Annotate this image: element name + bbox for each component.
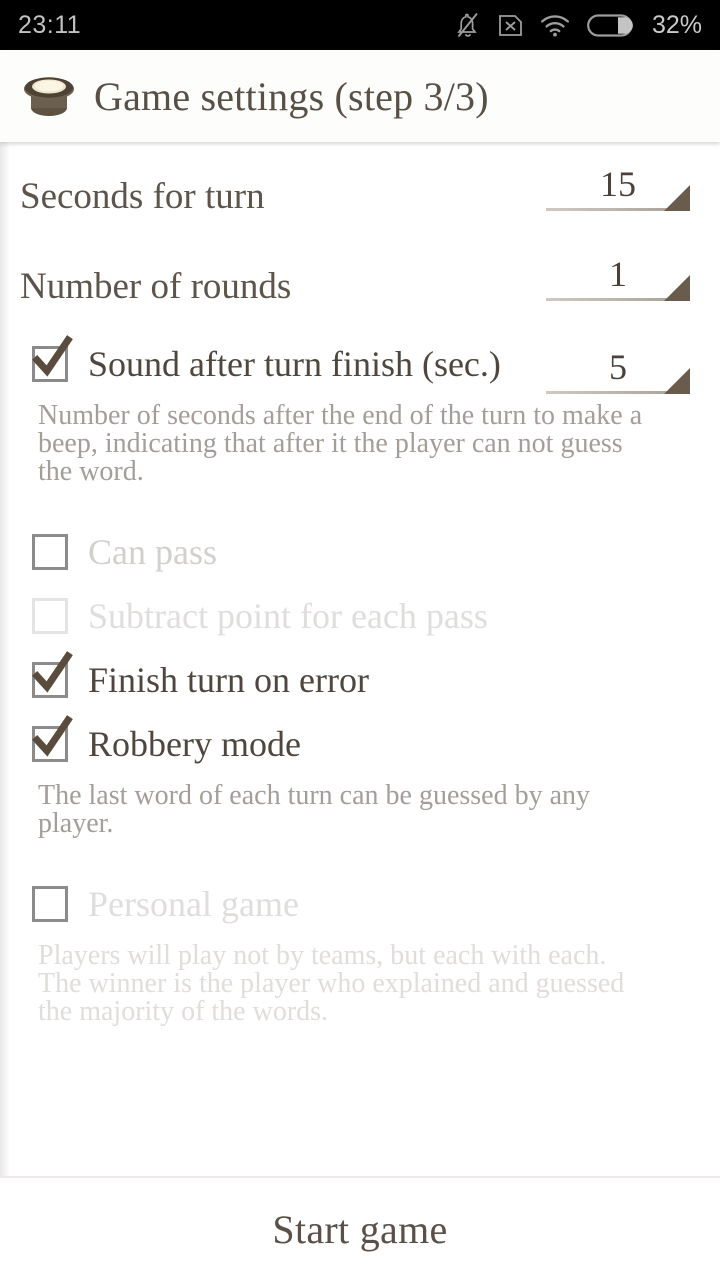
status-clock: 23:11	[18, 10, 82, 39]
sound-after-turn-checkbox[interactable]	[32, 335, 73, 382]
seconds-for-turn-spinner[interactable]: 15	[546, 152, 690, 211]
setting-subtract-point[interactable]: Subtract point for each pass	[0, 584, 720, 648]
personal-game-description-text: Players will play not by teams, but each…	[38, 940, 625, 1027]
can-pass-label: Can pass	[88, 532, 217, 572]
battery-icon	[587, 13, 633, 37]
robbery-mode-checkbox[interactable]	[32, 715, 73, 762]
chevron-down-icon	[664, 367, 690, 394]
sound-after-turn-spinner[interactable]: 5	[546, 335, 690, 394]
robbery-mode-description-text: The last word of each turn can be guesse…	[38, 780, 591, 839]
setting-number-of-rounds[interactable]: Number of rounds 1	[0, 242, 720, 332]
app-header: Game settings (step 3/3)	[0, 50, 720, 142]
seconds-for-turn-label: Seconds for turn	[20, 176, 265, 217]
sound-after-turn-label: Sound after turn finish (sec.)	[88, 344, 501, 384]
personal-game-label: Personal game	[88, 884, 299, 924]
sound-after-turn-description-text: Number of seconds after the end of the t…	[38, 400, 643, 487]
subtract-point-label: Subtract point for each pass	[88, 596, 488, 636]
bottom-action-bar: Start game	[0, 1176, 720, 1280]
setting-finish-turn-on-error[interactable]: Finish turn on error	[0, 648, 720, 712]
subtract-point-checkbox[interactable]	[32, 598, 68, 634]
page-title: Game settings (step 3/3)	[94, 73, 489, 119]
chevron-down-icon	[664, 275, 690, 301]
check-icon	[32, 335, 73, 377]
personal-game-checkbox[interactable]	[32, 886, 68, 922]
status-bar: 23:11 32%	[0, 0, 720, 50]
start-game-button[interactable]: Start game	[272, 1206, 447, 1253]
check-icon	[32, 715, 73, 757]
battery-percent: 32%	[651, 10, 702, 39]
chevron-down-icon	[664, 185, 690, 211]
setting-personal-game[interactable]: Personal game	[0, 872, 720, 936]
number-of-rounds-spinner[interactable]: 1	[546, 242, 690, 301]
check-icon	[32, 651, 73, 693]
setting-can-pass[interactable]: Can pass	[0, 520, 720, 584]
personal-game-description: Players will play not by teams, but each…	[0, 936, 680, 1026]
setting-robbery-mode[interactable]: Robbery mode	[0, 712, 720, 776]
spinner-underline	[546, 367, 690, 394]
top-hat-icon	[24, 77, 74, 116]
can-pass-checkbox[interactable]	[32, 534, 68, 570]
wifi-icon	[540, 14, 569, 36]
settings-list[interactable]: Seconds for turn 15 Number of rounds 1 S…	[0, 142, 720, 1176]
number-of-rounds-label: Number of rounds	[20, 266, 292, 307]
app-screen: 23:11 32% Game settings (step 3/3) Secon…	[0, 0, 720, 1280]
bell-muted-icon	[457, 12, 478, 38]
setting-seconds-for-turn[interactable]: Seconds for turn 15	[0, 152, 720, 242]
robbery-mode-description: The last word of each turn can be guesse…	[0, 776, 680, 838]
status-icon-group: 32%	[455, 11, 702, 40]
sound-after-turn-description: Number of seconds after the end of the t…	[0, 396, 680, 486]
finish-turn-on-error-checkbox[interactable]	[32, 651, 73, 698]
spinner-underline	[546, 185, 690, 211]
setting-sound-after-turn[interactable]: Sound after turn finish (sec.) 5	[0, 332, 720, 396]
sim-x-icon	[499, 14, 522, 36]
spinner-underline	[546, 275, 690, 301]
finish-turn-on-error-label: Finish turn on error	[88, 660, 369, 700]
robbery-mode-label: Robbery mode	[88, 724, 301, 764]
